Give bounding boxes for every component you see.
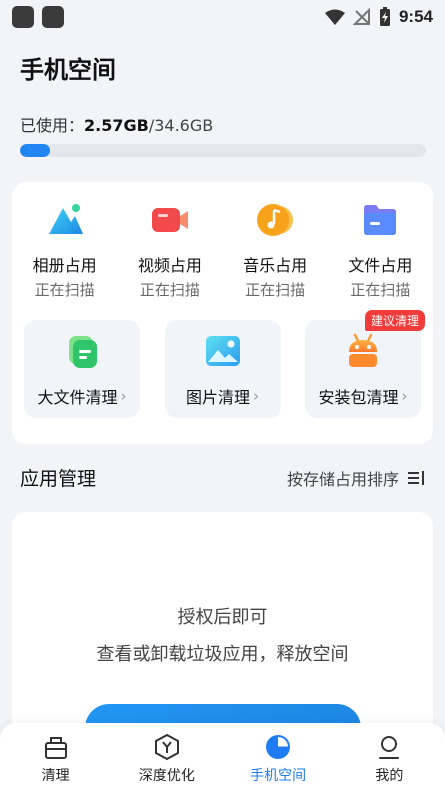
clock: 9:54	[398, 7, 433, 26]
tool-label-wrap: 大文件清理 ›	[37, 384, 126, 408]
auth-title: 授权后即可	[177, 607, 268, 628]
category-photos[interactable]: 相册占用 正在扫描	[12, 200, 117, 300]
category-label: 音乐占用	[243, 256, 308, 275]
sort-label: 按存储占用排序	[286, 469, 399, 489]
chevron-right-icon: ›	[120, 387, 127, 405]
nav-label: 深度优化	[138, 768, 195, 784]
sort-by-storage-button[interactable]: 按存储占用排序	[287, 466, 425, 490]
storage-progress-bar	[20, 144, 426, 157]
section-title: 应用管理	[20, 468, 97, 490]
notification-icon	[12, 6, 34, 28]
usage-label: 已使用：	[20, 116, 85, 135]
sort-icon	[408, 470, 424, 485]
apk-cleanup-button[interactable]: 建议清理 安装包清理 ›	[305, 310, 425, 418]
tool-label: 大文件清理	[37, 388, 118, 407]
tool-label: 安装包清理	[318, 388, 399, 407]
storage-pie-icon	[266, 735, 291, 759]
system-icons: 9:54	[324, 7, 433, 27]
nav-item-profile[interactable]: 我的	[334, 723, 445, 792]
app-management-header: 应用管理 按存储占用排序	[20, 464, 425, 491]
category-label: 视频占用	[137, 256, 202, 275]
category-status: 正在扫描	[245, 281, 306, 299]
category-grid: 相册占用 正在扫描 视频占用 正在扫描 音乐占用 正在扫描 文件占用 正在扫描	[12, 200, 433, 300]
optimize-icon	[154, 733, 179, 761]
folder-icon	[364, 205, 397, 235]
storage-usage: 已使用：2.57GB/34.6GB	[20, 112, 213, 136]
video-icon	[151, 208, 188, 232]
category-label: 相册占用	[32, 256, 97, 275]
category-files[interactable]: 文件占用 正在扫描	[328, 200, 433, 300]
cleanup-tools: 大文件清理 › 图片清理 › 建议清理 安装包清理 ›	[24, 310, 425, 418]
large-file-icon	[69, 336, 97, 368]
battery-charging-icon	[379, 7, 390, 26]
storage-progress-fill	[20, 144, 51, 157]
category-status: 正在扫描	[34, 281, 95, 299]
nav-label: 清理	[41, 768, 70, 784]
large-file-cleanup-button[interactable]: 大文件清理 ›	[24, 320, 140, 418]
storage-breakdown-card: 相册占用 正在扫描 视频占用 正在扫描 音乐占用 正在扫描 文件占用 正在扫描 …	[12, 182, 433, 444]
image-cleanup-button[interactable]: 图片清理 ›	[164, 320, 281, 418]
chevron-right-icon: ›	[253, 387, 259, 405]
bottom-navigation: 清理 深度优化 手机空间 我的	[0, 723, 445, 792]
music-icon	[257, 204, 294, 236]
cleaner-icon	[44, 737, 67, 759]
wifi-icon	[324, 9, 345, 25]
nav-item-optimize[interactable]: 深度优化	[111, 723, 222, 792]
chevron-right-icon: ›	[401, 387, 408, 405]
notification-icons	[12, 6, 64, 28]
notification-icon	[42, 6, 64, 28]
category-status: 正在扫描	[139, 281, 200, 299]
category-status: 正在扫描	[350, 281, 411, 299]
no-signal-icon	[352, 8, 370, 25]
nav-label: 我的	[375, 768, 404, 784]
nav-item-clean[interactable]: 清理	[0, 723, 111, 792]
page-title: 手机空间	[20, 56, 116, 84]
used-space: 2.57GB	[84, 116, 149, 135]
category-music[interactable]: 音乐占用 正在扫描	[223, 200, 328, 300]
tool-label-wrap: 图片清理 ›	[186, 384, 259, 408]
total-space: /34.6GB	[148, 116, 214, 135]
category-label: 文件占用	[348, 256, 413, 275]
android-icon	[349, 333, 377, 367]
suggest-clean-badge: 建议清理	[364, 310, 425, 331]
status-bar: 9:54	[0, 0, 445, 34]
tool-label: 图片清理	[185, 388, 250, 407]
category-videos[interactable]: 视频占用 正在扫描	[117, 200, 222, 300]
image-icon	[205, 336, 240, 366]
photo-album-icon	[48, 204, 83, 234]
auth-description: 查看或卸载垃圾应用，释放空间	[96, 644, 349, 665]
profile-icon	[379, 736, 400, 759]
tool-label-wrap: 安装包清理 ›	[318, 384, 407, 408]
nav-label: 手机空间	[250, 768, 307, 784]
nav-item-storage[interactable]: 手机空间	[223, 723, 334, 792]
